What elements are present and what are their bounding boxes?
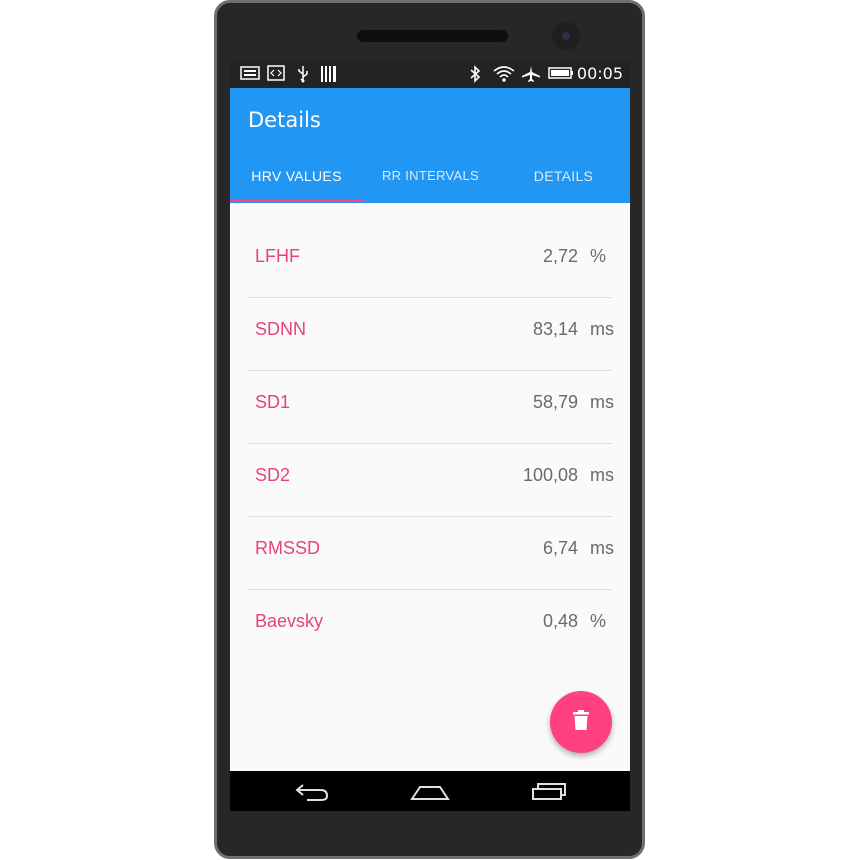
metric-value: 2,72 (542, 246, 578, 266)
back-icon[interactable] (293, 777, 331, 807)
code-icon (267, 65, 285, 85)
bluetooth-icon (468, 65, 482, 87)
metric-unit: ms (590, 392, 614, 412)
list-item: Baevsky 0,48 % (248, 590, 612, 662)
list-item: SD2 100,08 ms (248, 444, 614, 517)
list-item: SD1 58,79 ms (248, 371, 614, 444)
status-time: 00:05 (576, 64, 623, 83)
metric-value: 0,48 (542, 611, 578, 631)
tab-details[interactable]: DETAILS (497, 168, 630, 184)
tab-indicator (230, 199, 363, 202)
hrv-list: LFHF 2,72 % SDNN 83,14 ms SD1 58,79 ms S… (248, 225, 614, 662)
tab-hrv-values[interactable]: HRV VALUES (230, 168, 363, 184)
airplane-icon (521, 65, 541, 87)
metric-unit: % (590, 611, 607, 631)
metric-value: 6,74 (542, 538, 578, 558)
metric-value: 83,14 (532, 319, 578, 339)
metric-unit: % (590, 246, 607, 266)
delete-button[interactable] (550, 691, 612, 753)
list-item: LFHF 2,72 % (248, 225, 612, 298)
screen: 00:05 Details HRV VALUES RR INTERVALS DE… (230, 60, 630, 811)
metric-unit: ms (590, 538, 614, 558)
list-item: RMSSD 6,74 ms (248, 517, 614, 590)
metric-name: SDNN (255, 319, 307, 339)
status-bar: 00:05 (230, 60, 630, 88)
metric-value: 58,79 (532, 392, 578, 412)
battery-icon (548, 65, 574, 85)
tab-rr-intervals[interactable]: RR INTERVALS (364, 168, 497, 183)
phone-speaker (357, 30, 508, 42)
metric-name: SD2 (255, 465, 291, 485)
barcode-icon (320, 65, 338, 87)
metric-value: 100,08 (522, 465, 578, 485)
delete-icon (572, 709, 590, 735)
metric-unit: ms (590, 319, 614, 339)
usb-icon (295, 65, 311, 87)
home-icon[interactable] (410, 777, 450, 807)
metric-name: RMSSD (255, 538, 321, 558)
page-title: Details (248, 108, 321, 132)
wifi-icon (492, 65, 516, 87)
metric-name: SD1 (255, 392, 291, 412)
keyboard-icon (240, 65, 260, 85)
recents-icon[interactable] (530, 777, 568, 807)
navigation-bar (230, 771, 630, 811)
metric-unit: ms (590, 465, 614, 485)
metric-name: LFHF (255, 246, 300, 266)
front-camera (552, 22, 580, 50)
app-bar: Details HRV VALUES RR INTERVALS DETAILS (230, 88, 630, 203)
metric-name: Baevsky (255, 611, 324, 631)
list-item: SDNN 83,14 ms (248, 298, 614, 371)
